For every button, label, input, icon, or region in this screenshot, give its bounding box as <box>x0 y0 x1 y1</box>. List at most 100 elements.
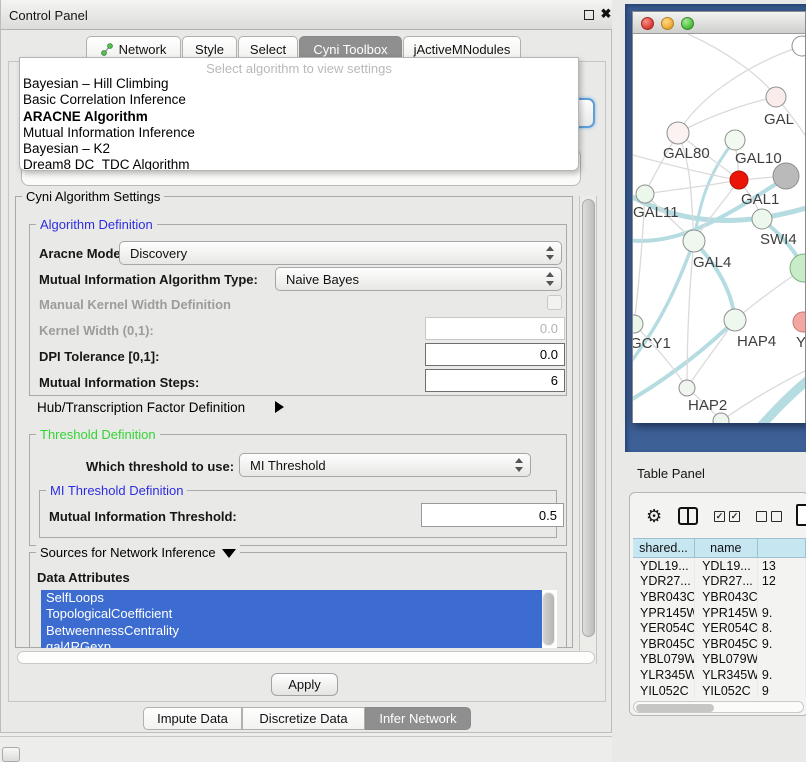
dpi-tolerance-input[interactable] <box>425 343 565 366</box>
node-label-gal1: GAL1 <box>741 191 779 208</box>
attribute-list-item[interactable]: TopologicalCoefficient <box>41 606 542 622</box>
node-label-gal11: GAL11 <box>633 204 679 221</box>
algorithm-option[interactable]: Bayesian – K2 <box>20 141 578 157</box>
network-node-gal80[interactable] <box>667 122 689 144</box>
manual-kernel-label: Manual Kernel Width Definition <box>39 297 231 312</box>
table-cell: YDL19... <box>695 558 758 574</box>
attributes-list-scrollbar[interactable] <box>542 592 555 646</box>
table-row[interactable]: YER054CYER054C8. <box>633 620 806 636</box>
table-row[interactable]: YIL052CYIL052C9 <box>633 683 806 699</box>
tab-impute-data[interactable]: Impute Data <box>143 707 242 730</box>
table-panel-title: Table Panel <box>637 466 705 481</box>
checked-checkbox-icon[interactable]: ✓ <box>714 511 725 522</box>
mi-type-combo[interactable]: Naive Bayes <box>275 267 562 291</box>
kernel-width-input <box>425 317 565 340</box>
algorithm-option[interactable]: ARACNE Algorithm <box>20 109 578 125</box>
table-cell: 9. <box>758 667 806 683</box>
tab-jactivemnodules-label: jActiveMNodules <box>414 42 511 57</box>
table-cell: YBL079W <box>695 652 758 668</box>
apply-button[interactable]: Apply <box>271 673 338 696</box>
tab-discretize-data-label: Discretize Data <box>259 711 347 726</box>
network-icon <box>101 43 114 56</box>
network-node-gal-partial[interactable] <box>766 87 786 107</box>
minimize-traffic-light[interactable] <box>661 17 674 30</box>
table-row[interactable]: YBL079WYBL079W <box>633 652 806 668</box>
network-node-gal1[interactable] <box>730 171 748 189</box>
table-header-cell[interactable] <box>758 539 806 557</box>
table-cell: YDR27... <box>695 574 758 590</box>
table-row[interactable]: YLR345WYLR345W9. <box>633 667 806 683</box>
mi-steps-input[interactable] <box>425 369 565 392</box>
threshold-definition-title: Threshold Definition <box>36 427 160 442</box>
sources-group-title[interactable]: Sources for Network Inference <box>36 545 240 560</box>
table-cell: 9 <box>758 683 806 699</box>
hub-definition-toggle[interactable]: Hub/Transcription Factor Definition <box>37 400 245 415</box>
tab-discretize-data[interactable]: Discretize Data <box>242 707 365 730</box>
network-node-node-top-partial[interactable] <box>792 36 805 56</box>
minimized-panel-button[interactable] <box>2 747 20 762</box>
network-view-window[interactable]: GALGAL80GAL10GAL1GAL11SWI4GAL4GCY1HAP4YH… <box>632 11 806 423</box>
checked-checkbox-icon[interactable]: ✓ <box>729 511 740 522</box>
network-node-swi4[interactable] <box>752 209 772 229</box>
table-cell: YBR045C <box>695 636 758 652</box>
algorithm-option[interactable]: Dream8 DC_TDC Algorithm <box>20 157 578 171</box>
network-node-gal11[interactable] <box>636 185 654 203</box>
attribute-list-item[interactable]: SelfLoops <box>41 590 542 606</box>
mi-threshold-input[interactable] <box>421 503 564 527</box>
algorithm-option[interactable]: Bayesian – Hill Climbing <box>20 76 578 92</box>
table-row[interactable]: YDL19...YDL19...13 <box>633 558 806 574</box>
split-columns-icon[interactable] <box>678 507 698 525</box>
algorithm-option[interactable]: Mutual Information Inference <box>20 125 578 141</box>
network-node-gal4[interactable] <box>683 230 705 252</box>
close-icon[interactable]: ✖ <box>600 8 612 20</box>
node-label-swi4: SWI4 <box>760 231 797 248</box>
document-icon[interactable] <box>796 504 806 526</box>
network-node-hap4[interactable] <box>724 309 746 331</box>
table-horizontal-scrollbar[interactable] <box>633 701 804 713</box>
aracne-mode-value: Discovery <box>130 246 187 261</box>
scrollbar-thumb[interactable] <box>636 704 714 712</box>
table-row[interactable]: YBR043CYBR043C <box>633 589 806 605</box>
unchecked-checkbox-icon[interactable] <box>771 511 782 522</box>
table-cell: YPR145W <box>633 605 695 621</box>
scrollbar-thumb[interactable] <box>582 199 595 637</box>
mi-type-value: Naive Bayes <box>286 272 359 287</box>
close-traffic-light[interactable] <box>641 17 654 30</box>
settings-vertical-scrollbar[interactable] <box>579 196 597 664</box>
unchecked-checkbox-icon[interactable] <box>756 511 767 522</box>
network-node-gal10[interactable] <box>725 130 745 150</box>
aracne-mode-combo[interactable]: Discovery <box>119 241 562 265</box>
collapse-down-icon[interactable] <box>222 549 236 558</box>
scrollbar-thumb[interactable] <box>543 593 554 645</box>
app-root: Control Panel ✖ Network Style Select Cyn… <box>0 0 806 762</box>
expander-right-icon[interactable] <box>275 401 284 413</box>
tab-infer-network[interactable]: Infer Network <box>365 707 471 730</box>
gear-icon[interactable]: ⚙ <box>646 506 662 526</box>
settings-horizontal-scrollbar[interactable] <box>17 651 595 664</box>
algorithm-option[interactable]: Basic Correlation Inference <box>20 92 578 108</box>
network-node-big-green[interactable] <box>790 254 805 282</box>
float-window-icon[interactable] <box>584 10 594 20</box>
network-graph[interactable]: GALGAL80GAL10GAL1GAL11SWI4GAL4GCY1HAP4YH… <box>633 34 805 423</box>
stepper-icon <box>514 458 524 472</box>
attribute-list-item[interactable]: gal4RGexp <box>41 639 542 648</box>
network-canvas[interactable]: GALGAL80GAL10GAL1GAL11SWI4GAL4GCY1HAP4YH… <box>633 34 805 423</box>
zoom-traffic-light[interactable] <box>681 17 694 30</box>
table-cell: YBR043C <box>633 589 695 605</box>
attribute-list-item[interactable]: BetweennessCentrality <box>41 623 542 639</box>
table-header-cell[interactable]: shared... <box>633 539 695 557</box>
which-threshold-combo[interactable]: MI Threshold <box>239 453 531 477</box>
network-node-salmon-partial[interactable] <box>793 312 805 332</box>
table-row[interactable]: YDR27...YDR27...12 <box>633 574 806 590</box>
network-node-hap2[interactable] <box>679 380 695 396</box>
table-row[interactable]: YBR045CYBR045C9. <box>633 636 806 652</box>
table-row[interactable]: YPR145WYPR145W9. <box>633 605 806 621</box>
network-window-titlebar[interactable] <box>633 12 805 34</box>
table-cell: 9. <box>758 636 806 652</box>
cyni-settings-group-title: Cyni Algorithm Settings <box>22 189 164 204</box>
table-header-cell[interactable]: name <box>695 539 758 557</box>
table-body: YDL19...YDL19...13YDR27...YDR27...12YBR0… <box>633 558 806 698</box>
data-attributes-list[interactable]: SelfLoopsTopologicalCoefficientBetweenne… <box>41 590 557 648</box>
table-cell: YBL079W <box>633 652 695 668</box>
network-node-gcy1[interactable] <box>633 315 643 333</box>
